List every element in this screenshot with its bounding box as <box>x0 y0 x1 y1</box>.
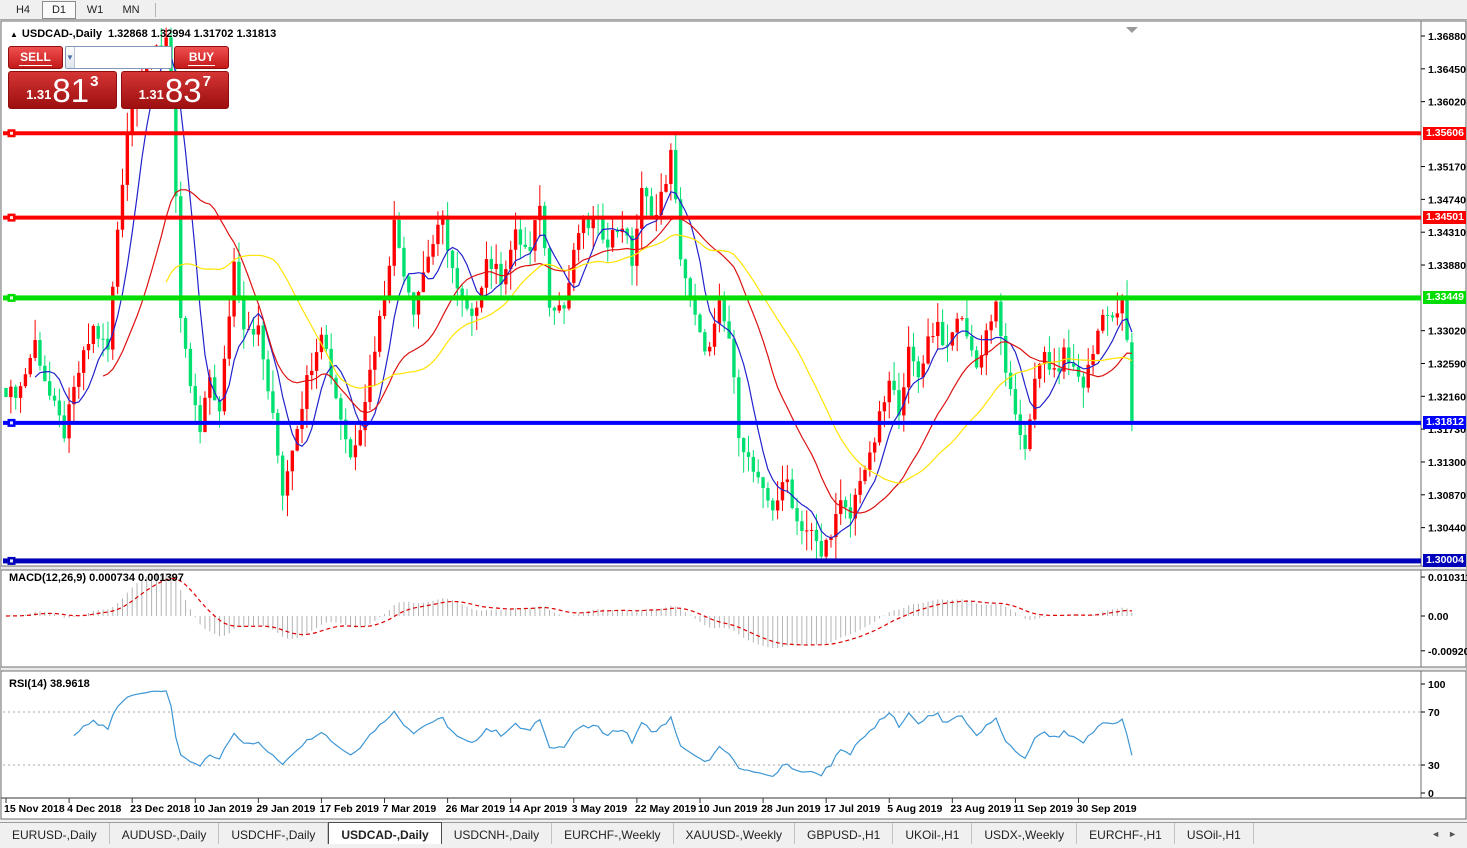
volume-control: ▼ ▲ <box>65 46 172 69</box>
svg-text:4 Dec 2018: 4 Dec 2018 <box>67 803 121 815</box>
buy-price-box[interactable]: 1.31 83 7 <box>120 71 229 109</box>
toolbar-separator <box>155 2 156 17</box>
svg-text:1.30440: 1.30440 <box>1428 523 1466 535</box>
timeframe-button-group: H4 D1 W1 MN <box>6 0 150 19</box>
svg-text:30: 30 <box>1428 760 1440 772</box>
svg-text:5 Aug 2019: 5 Aug 2019 <box>887 803 942 815</box>
svg-text:1.34740: 1.34740 <box>1428 194 1466 206</box>
rsi-value: 38.9618 <box>49 678 90 690</box>
chart-tab-ukoil-h1[interactable]: UKOil-,H1 <box>893 823 973 844</box>
tab-scroll-right-icon[interactable]: ► <box>1448 829 1457 839</box>
chart-tab-bar: EURUSD-,Daily AUDUSD-,Daily USDCHF-,Daily U… <box>0 822 1467 844</box>
svg-text:0.00: 0.00 <box>1428 611 1449 623</box>
svg-text:1.36880: 1.36880 <box>1428 31 1466 43</box>
chart-tab-xauusd-weekly[interactable]: XAUUSD-,Weekly <box>674 823 795 844</box>
svg-text:30 Sep 2019: 30 Sep 2019 <box>1077 803 1137 815</box>
buy-button-label: BUY <box>187 49 216 66</box>
chart-tab-eurchf-weekly[interactable]: EURCHF-,Weekly <box>552 823 674 844</box>
sell-price-main: 81 <box>52 72 90 109</box>
tab-scroll-arrows: ◄ ► <box>1423 823 1467 844</box>
svg-text:1.32590: 1.32590 <box>1428 358 1466 370</box>
svg-text:10 Jun 2019: 10 Jun 2019 <box>698 803 758 815</box>
chart-tab-usdcad-daily[interactable]: USDCAD-,Daily <box>328 822 442 844</box>
timeframe-button-mn[interactable]: MN <box>114 1 148 19</box>
chart-tab-usoil-h1[interactable]: USOil-,H1 <box>1175 823 1254 844</box>
svg-text:1.33880: 1.33880 <box>1428 260 1466 272</box>
chart-ohlc-values: 1.32868 1.32994 1.31702 1.31813 <box>108 28 277 40</box>
sell-price-pip: 3 <box>90 73 99 90</box>
svg-text:26 Mar 2019: 26 Mar 2019 <box>446 803 506 815</box>
svg-text:23 Dec 2018: 23 Dec 2018 <box>130 803 190 815</box>
svg-text:17 Feb 2019: 17 Feb 2019 <box>319 803 379 815</box>
svg-text:3 May 2019: 3 May 2019 <box>572 803 628 815</box>
sell-button-label: SELL <box>19 49 52 66</box>
chart-tab-usdx-weekly[interactable]: USDX-,Weekly <box>972 823 1078 844</box>
timeframe-button-h4[interactable]: H4 <box>6 1 40 19</box>
svg-text:100: 100 <box>1428 679 1446 691</box>
chart-tabs: EURUSD-,Daily AUDUSD-,Daily USDCHF-,Daily U… <box>0 822 1254 844</box>
svg-text:1.33020: 1.33020 <box>1428 326 1466 338</box>
chart-tab-gbpusd-h1[interactable]: GBPUSD-,H1 <box>795 823 894 844</box>
svg-text:1.36020: 1.36020 <box>1428 97 1466 109</box>
svg-text:14 Apr 2019: 14 Apr 2019 <box>509 803 568 815</box>
rsi-name: RSI(14) <box>9 678 47 690</box>
buy-price-pip: 7 <box>202 73 211 90</box>
svg-text:-0.009203: -0.009203 <box>1428 646 1467 658</box>
macd-name: MACD(12,26,9) <box>9 572 87 584</box>
timeframe-button-d1[interactable]: D1 <box>42 0 76 19</box>
chart-stage: 1.36880 1.36450 1.36020 1.35170 1.34740 1.343… <box>0 0 1467 843</box>
chart-tab-usdcnh-daily[interactable]: USDCNH-,Daily <box>442 823 553 844</box>
macd-indicator-label: MACD(12,26,9) 0.000734 0.001397 <box>9 572 184 584</box>
svg-text:17 Jul 2019: 17 Jul 2019 <box>824 803 880 815</box>
chart-symbol-label: USDCAD-,Daily <box>21 28 102 40</box>
sell-price-prefix: 1.31 <box>26 87 52 102</box>
chart-title: ▲ USDCAD-,Daily 1.32868 1.32994 1.31702 1.… <box>10 28 276 40</box>
one-click-trading-panel: SELL ▼ ▲ BUY 1.31 81 3 1.31 83 7 <box>8 46 229 109</box>
chart-tab-eurusd-daily[interactable]: EURUSD-,Daily <box>0 823 110 844</box>
svg-text:11 Sep 2019: 11 Sep 2019 <box>1013 803 1073 815</box>
svg-text:22 May 2019: 22 May 2019 <box>635 803 696 815</box>
svg-text:1.30870: 1.30870 <box>1428 490 1466 502</box>
trading-terminal: { "toolbar": { "timeframes": ["H4", "D1"… <box>0 0 1467 844</box>
svg-text:1.32160: 1.32160 <box>1428 391 1466 403</box>
price-level-badge: 1.34501 <box>1423 211 1466 225</box>
svg-text:29 Jan 2019: 29 Jan 2019 <box>256 803 315 815</box>
sell-price-box[interactable]: 1.31 81 3 <box>8 71 117 109</box>
buy-price-prefix: 1.31 <box>138 87 164 102</box>
buy-button[interactable]: BUY <box>174 46 229 69</box>
svg-text:15 Nov 2018: 15 Nov 2018 <box>4 803 65 815</box>
svg-text:7 Mar 2019: 7 Mar 2019 <box>383 803 437 815</box>
buy-price-main: 83 <box>164 72 202 109</box>
svg-text:0.010311: 0.010311 <box>1428 572 1467 584</box>
svg-text:28 Jun 2019: 28 Jun 2019 <box>761 803 821 815</box>
price-chart-canvas[interactable]: 1.36880 1.36450 1.36020 1.35170 1.34740 1.343… <box>0 0 1467 843</box>
chart-tab-eurchf-h1[interactable]: EURCHF-,H1 <box>1077 823 1175 844</box>
svg-text:0: 0 <box>1428 788 1434 800</box>
svg-text:1.35170: 1.35170 <box>1428 162 1466 174</box>
svg-text:23 Aug 2019: 23 Aug 2019 <box>950 803 1011 815</box>
price-level-badge: 1.31812 <box>1423 416 1466 430</box>
price-level-badge: 1.35606 <box>1423 126 1466 140</box>
collapse-triangle-icon[interactable]: ▲ <box>10 30 18 39</box>
price-level-badge: 1.30004 <box>1423 554 1466 568</box>
timeframe-toolbar: H4 D1 W1 MN <box>0 0 1467 20</box>
chart-tab-audusd-daily[interactable]: AUDUSD-,Daily <box>110 823 220 844</box>
svg-text:1.31300: 1.31300 <box>1428 457 1466 469</box>
tab-scroll-left-icon[interactable]: ◄ <box>1431 829 1440 839</box>
sell-button[interactable]: SELL <box>8 46 63 69</box>
macd-values: 0.000734 0.001397 <box>89 572 184 584</box>
svg-text:70: 70 <box>1428 707 1440 719</box>
price-level-badge: 1.33449 <box>1423 291 1466 305</box>
rsi-indicator-label: RSI(14) 38.9618 <box>9 678 90 690</box>
svg-text:10 Jan 2019: 10 Jan 2019 <box>193 803 252 815</box>
svg-text:1.36450: 1.36450 <box>1428 64 1466 76</box>
chart-tab-usdchf-daily[interactable]: USDCHF-,Daily <box>219 823 329 844</box>
svg-text:1.34310: 1.34310 <box>1428 227 1466 239</box>
volume-input[interactable] <box>74 47 171 68</box>
timeframe-button-w1[interactable]: W1 <box>78 1 112 19</box>
volume-decrease-icon[interactable]: ▼ <box>66 47 75 68</box>
